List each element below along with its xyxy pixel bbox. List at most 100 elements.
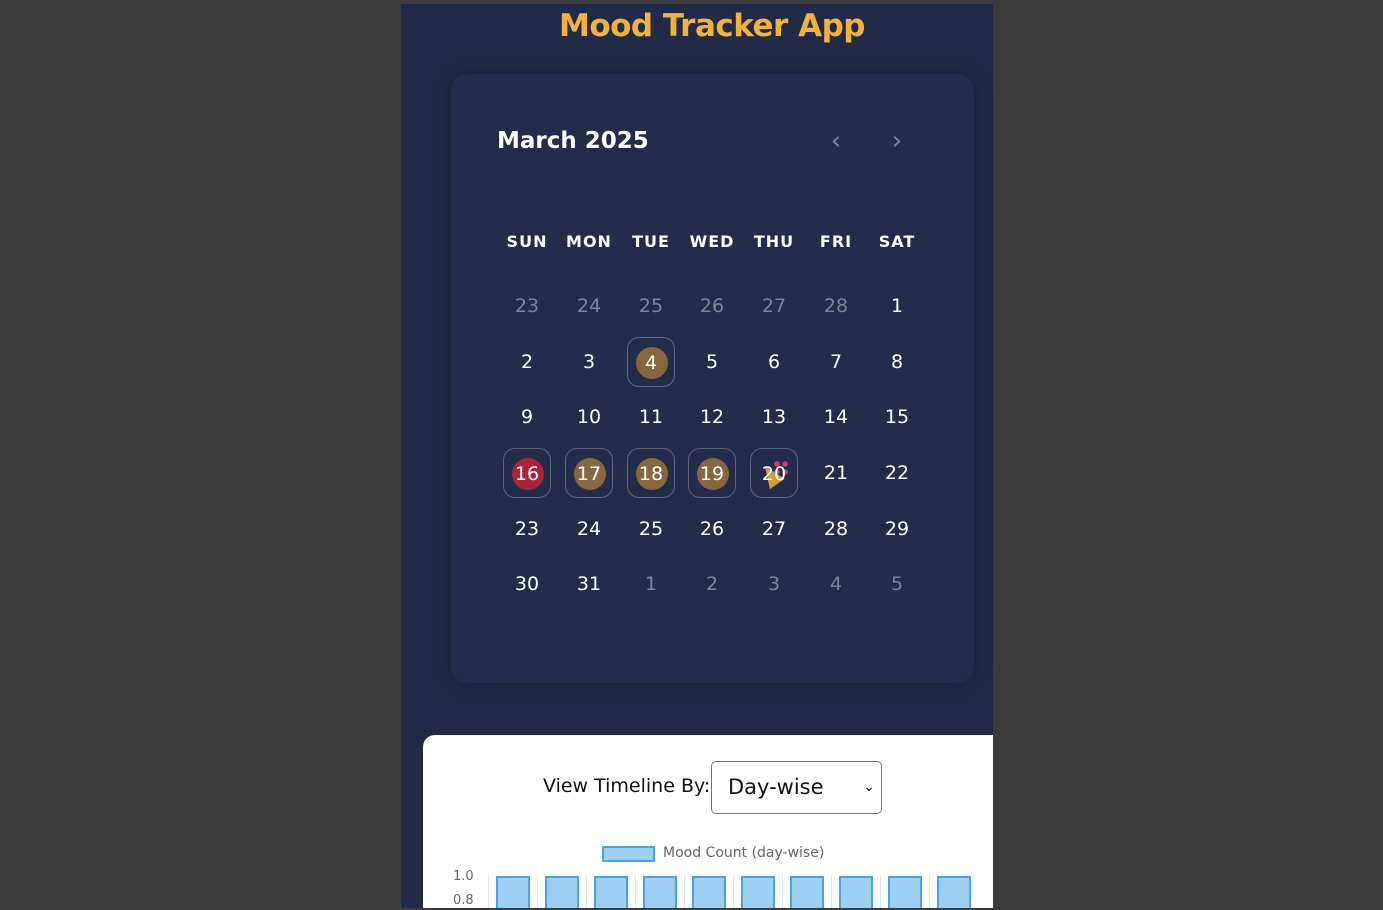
legend-label: Mood Count (day-wise) <box>663 845 825 861</box>
weekday-fri: FRI <box>819 232 853 251</box>
chart-bar[interactable] <box>741 876 775 908</box>
timeline-select[interactable]: Day-wise ⌄ <box>711 761 882 814</box>
chevron-right-icon[interactable]: › <box>882 128 912 158</box>
timeline-select-value: Day-wise <box>728 775 824 799</box>
chart-bar[interactable] <box>496 876 530 908</box>
chart-bar[interactable] <box>692 876 726 908</box>
app-title: Mood Tracker App <box>558 8 866 44</box>
day-number: 13 <box>761 406 787 428</box>
chart-bar[interactable] <box>839 876 873 908</box>
chart-bar[interactable] <box>545 876 579 908</box>
day-number: 7 <box>829 351 843 373</box>
day-cell[interactable]: 27 <box>750 281 798 331</box>
weekday-sun: SUN <box>506 232 548 251</box>
y-tick-label: 1.0 <box>453 869 474 884</box>
day-cell[interactable]: 10 <box>565 392 613 442</box>
chart-bar[interactable] <box>888 876 922 908</box>
chart-bar[interactable] <box>937 876 971 908</box>
day-cell[interactable]: 9 <box>503 392 551 442</box>
chevron-left-icon[interactable]: ‹ <box>821 128 851 158</box>
day-number: 29 <box>884 518 910 540</box>
day-cell[interactable]: 4 <box>812 559 860 609</box>
day-cell[interactable]: 25 <box>627 281 675 331</box>
day-cell[interactable]: 31 <box>565 559 613 609</box>
day-cell[interactable]: 1 <box>873 281 921 331</box>
day-cell[interactable]: 23 <box>503 504 551 554</box>
day-cell[interactable]: 13 <box>750 392 798 442</box>
day-number: 1 <box>644 573 658 595</box>
day-cell[interactable]: 17 <box>565 448 613 498</box>
day-cell[interactable]: 19 <box>688 448 736 498</box>
day-cell[interactable]: 6 <box>750 337 798 387</box>
day-cell[interactable]: 16 <box>503 448 551 498</box>
gridline <box>733 875 734 908</box>
day-cell[interactable]: 24 <box>565 281 613 331</box>
day-cell[interactable]: 5 <box>688 337 736 387</box>
day-cell[interactable]: 23 <box>503 281 551 331</box>
gridline <box>488 875 489 908</box>
chart-bar[interactable] <box>643 876 677 908</box>
day-number: 24 <box>576 518 602 540</box>
day-cell[interactable]: 29 <box>873 504 921 554</box>
chart-bar[interactable] <box>790 876 824 908</box>
day-cell[interactable]: 28 <box>812 504 860 554</box>
day-number: 17 <box>576 463 602 485</box>
weekday-wed: WED <box>689 232 735 251</box>
day-cell[interactable]: 28 <box>812 281 860 331</box>
day-cell[interactable]: 7 <box>812 337 860 387</box>
day-cell[interactable]: 26 <box>688 504 736 554</box>
day-cell[interactable]: 5 <box>873 559 921 609</box>
month-label: March 2025 <box>497 128 649 154</box>
day-cell[interactable]: 3 <box>750 559 798 609</box>
day-cell[interactable]: 11 <box>627 392 675 442</box>
day-cell[interactable]: 2 <box>688 559 736 609</box>
day-number: 8 <box>890 351 904 373</box>
day-cell[interactable]: 30 <box>503 559 551 609</box>
day-number: 25 <box>638 518 664 540</box>
day-number: 19 <box>699 463 725 485</box>
weekday-sat: SAT <box>878 232 916 251</box>
day-number: 26 <box>699 518 725 540</box>
day-number: 27 <box>761 295 787 317</box>
day-cell[interactable]: 15 <box>873 392 921 442</box>
day-number: 20 <box>761 463 787 485</box>
y-tick-label: 0.8 <box>453 893 474 908</box>
gridline <box>684 875 685 908</box>
day-cell[interactable]: 12 <box>688 392 736 442</box>
day-cell[interactable]: 14 <box>812 392 860 442</box>
day-cell[interactable]: 2 <box>503 337 551 387</box>
day-number: 28 <box>823 295 849 317</box>
day-number: 2 <box>520 351 534 373</box>
gridline <box>929 875 930 908</box>
weekday-thu: THU <box>753 232 795 251</box>
day-cell[interactable]: 26 <box>688 281 736 331</box>
day-cell[interactable]: 21 <box>812 448 860 498</box>
legend-swatch[interactable] <box>602 846 655 862</box>
day-cell[interactable]: 3 <box>565 337 613 387</box>
day-number: 23 <box>514 295 540 317</box>
day-number: 5 <box>890 573 904 595</box>
weekday-mon: MON <box>566 232 612 251</box>
day-cell[interactable]: 18 <box>627 448 675 498</box>
day-number: 27 <box>761 518 787 540</box>
day-cell[interactable]: 4 <box>627 337 675 387</box>
day-number: 11 <box>638 406 664 428</box>
day-cell[interactable]: 8 <box>873 337 921 387</box>
day-cell[interactable]: 22 <box>873 448 921 498</box>
day-number: 30 <box>514 573 540 595</box>
day-number: 16 <box>514 463 540 485</box>
gridline <box>586 875 587 908</box>
day-cell[interactable]: 1 <box>627 559 675 609</box>
mood-tracker-app: Mood Tracker App March 2025 ‹ › SUN MON TU… <box>401 4 993 908</box>
chart-bar[interactable] <box>594 876 628 908</box>
day-cell[interactable]: 20 <box>750 448 798 498</box>
gridline <box>635 875 636 908</box>
day-cell[interactable]: 24 <box>565 504 613 554</box>
calendar-card: March 2025 ‹ › SUN MON TUE WED THU FRI SAT 23 2… <box>451 74 974 683</box>
day-number: 15 <box>884 406 910 428</box>
day-number: 24 <box>576 295 602 317</box>
day-number: 25 <box>638 295 664 317</box>
day-cell[interactable]: 27 <box>750 504 798 554</box>
day-cell[interactable]: 25 <box>627 504 675 554</box>
day-number: 5 <box>705 351 719 373</box>
